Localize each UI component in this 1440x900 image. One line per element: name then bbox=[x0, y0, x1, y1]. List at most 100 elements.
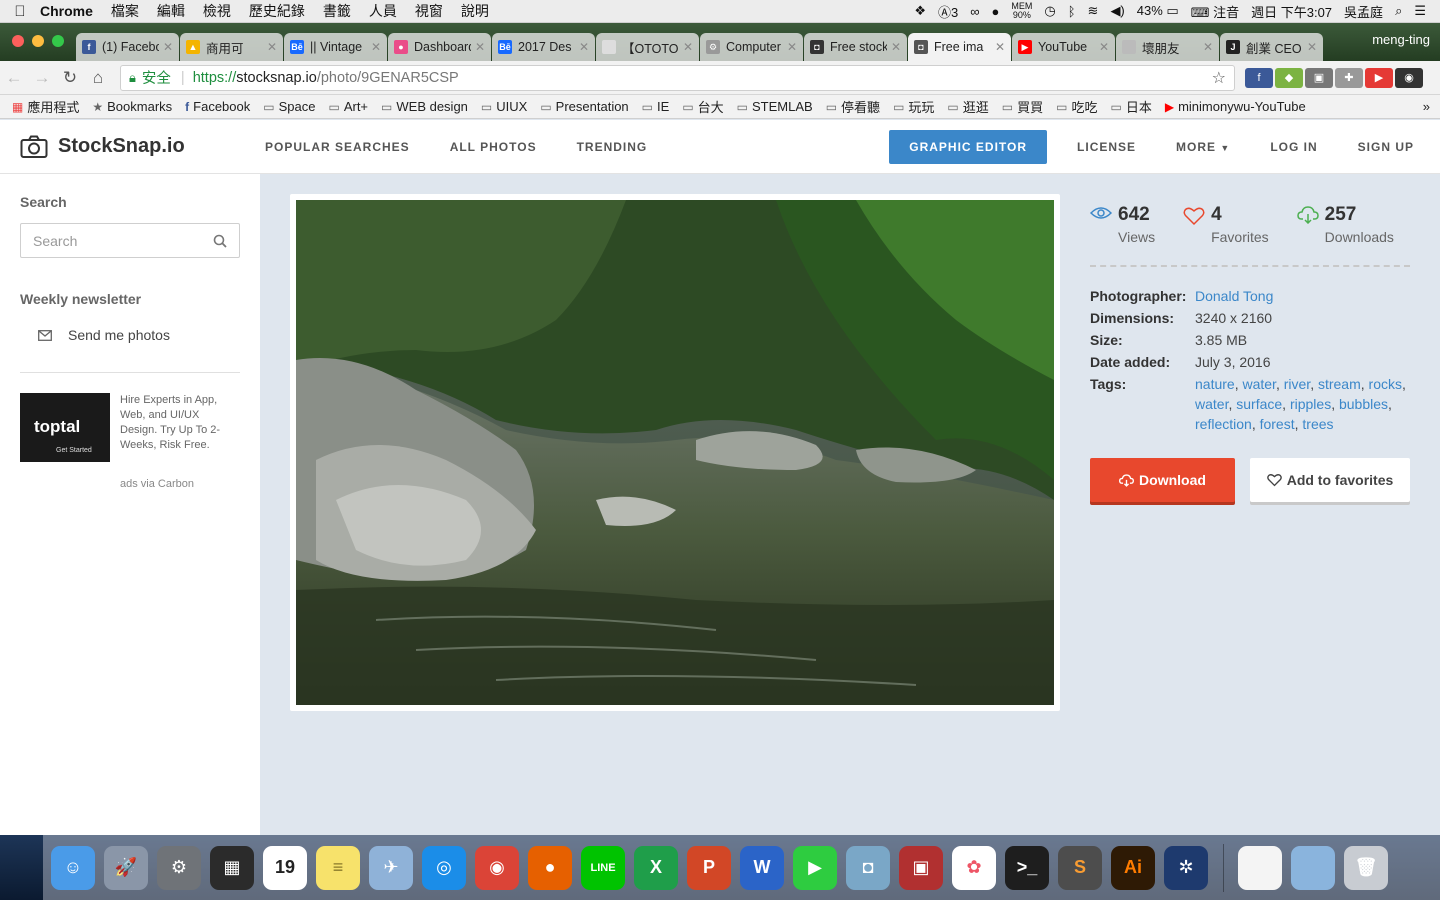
bookmark-item[interactable]: ▭ 玩玩 bbox=[893, 97, 934, 116]
bookmark-star-icon[interactable]: ☆ bbox=[1212, 68, 1226, 88]
safari-icon[interactable]: ◎ bbox=[422, 845, 466, 890]
tag-link[interactable]: trees bbox=[1302, 416, 1333, 432]
extension-icon[interactable]: ▣ bbox=[1305, 67, 1333, 88]
bookmark-apps[interactable]: ▦ 應用程式 bbox=[12, 97, 79, 116]
tag-link[interactable]: bubbles bbox=[1339, 396, 1388, 412]
input-method[interactable]: ⌨ 注音 bbox=[1191, 2, 1239, 21]
menu-app-name[interactable]: Chrome bbox=[40, 3, 93, 19]
browser-tab[interactable]: Bē || Vintage ✕ bbox=[284, 33, 387, 61]
photo-booth-icon[interactable]: ◘ bbox=[846, 845, 890, 890]
stock-photo[interactable] bbox=[296, 200, 1054, 705]
wifi-icon[interactable]: ≋ bbox=[1088, 3, 1099, 19]
excel-icon[interactable]: X bbox=[634, 845, 678, 890]
tag-link[interactable]: forest bbox=[1260, 416, 1295, 432]
adobe-status-icon[interactable]: Ⓐ3 bbox=[938, 2, 958, 21]
bookmark-item[interactable]: ★ Bookmarks bbox=[92, 97, 172, 116]
download-button[interactable]: Download bbox=[1090, 458, 1235, 502]
bookmark-item[interactable]: ▭ Space bbox=[263, 97, 315, 116]
powerpoint-icon[interactable]: P bbox=[687, 845, 731, 890]
video-extension-icon[interactable]: ▶ bbox=[1365, 67, 1393, 88]
close-window-button[interactable] bbox=[12, 35, 24, 47]
browser-tab[interactable]: J 創業 CEO ✕ bbox=[1220, 33, 1323, 61]
tag-link[interactable]: rocks bbox=[1369, 376, 1402, 392]
time-machine-icon[interactable]: ◷ bbox=[1044, 3, 1055, 19]
trash-icon[interactable]: 🗑 bbox=[1344, 845, 1388, 890]
bookmark-item[interactable]: ▭ Presentation bbox=[540, 97, 628, 116]
zoom-window-button[interactable] bbox=[52, 35, 64, 47]
menu-people[interactable]: 人員 bbox=[369, 1, 397, 21]
ad-image[interactable]: toptal Get Started bbox=[20, 393, 110, 462]
close-tab-icon[interactable]: ✕ bbox=[995, 40, 1005, 54]
tag-link[interactable]: water bbox=[1242, 376, 1275, 392]
close-tab-icon[interactable]: ✕ bbox=[1307, 40, 1317, 54]
word-icon[interactable]: W bbox=[740, 845, 784, 890]
creative-cloud-icon[interactable]: ∞ bbox=[970, 4, 979, 19]
volume-icon[interactable]: ◀) bbox=[1110, 3, 1124, 19]
illustrator-icon[interactable]: Ai bbox=[1111, 845, 1155, 890]
bookmark-item[interactable]: ▭ 台大 bbox=[682, 97, 723, 116]
user-name[interactable]: 吳孟庭 bbox=[1344, 2, 1383, 21]
menu-edit[interactable]: 編輯 bbox=[157, 1, 185, 21]
ad-via-link[interactable]: ads via Carbon bbox=[120, 478, 240, 490]
browser-tab[interactable]: 【OTOTO ✕ bbox=[596, 33, 699, 61]
search-icon[interactable] bbox=[213, 234, 227, 248]
browser-tab[interactable]: ◘ Free ima ✕ bbox=[908, 33, 1011, 61]
line-icon[interactable]: LINE bbox=[581, 845, 625, 890]
spotlight-icon[interactable]: ⌕ bbox=[1395, 3, 1402, 19]
bookmark-item[interactable]: ▭ UIUX bbox=[481, 97, 527, 116]
photographer-link[interactable]: Donald Tong bbox=[1195, 289, 1273, 303]
photos-icon[interactable]: ✿ bbox=[952, 845, 996, 890]
close-tab-icon[interactable]: ✕ bbox=[371, 40, 381, 54]
bookmark-item[interactable]: ▭ IE bbox=[642, 97, 670, 116]
apple-menu-icon[interactable]:  bbox=[0, 3, 40, 20]
menu-help[interactable]: 說明 bbox=[461, 1, 489, 21]
bookmarks-more-icon[interactable]: » bbox=[1423, 99, 1440, 114]
mission-control-icon[interactable]: ▦ bbox=[210, 845, 254, 890]
tag-link[interactable]: river bbox=[1284, 376, 1310, 392]
terminal-icon[interactable]: >_ bbox=[1005, 845, 1049, 890]
bookmark-item[interactable]: f Facebook bbox=[185, 97, 250, 116]
browser-tab[interactable]: ⚙ Computer ✕ bbox=[700, 33, 803, 61]
moon-icon[interactable]: ● bbox=[992, 4, 1000, 19]
nav-sign-up[interactable]: SIGN UP bbox=[1358, 140, 1414, 154]
dropbox-icon[interactable]: ❖ bbox=[914, 3, 926, 19]
nav-all-photos[interactable]: ALL PHOTOS bbox=[450, 140, 537, 154]
mem-monitor[interactable]: MEM 90% bbox=[1011, 2, 1032, 20]
notes-icon[interactable]: ≡ bbox=[316, 845, 360, 890]
photo-collage-icon[interactable]: ▣ bbox=[899, 845, 943, 890]
close-tab-icon[interactable]: ✕ bbox=[267, 40, 277, 54]
browser-tab[interactable]: ● Dashboard ✕ bbox=[388, 33, 491, 61]
close-tab-icon[interactable]: ✕ bbox=[579, 40, 589, 54]
nav-trending[interactable]: TRENDING bbox=[577, 140, 648, 154]
close-tab-icon[interactable]: ✕ bbox=[683, 40, 693, 54]
menu-view[interactable]: 檢視 bbox=[203, 1, 231, 21]
folder-icon[interactable] bbox=[1291, 845, 1335, 890]
reload-icon[interactable]: ↻ bbox=[56, 68, 84, 88]
carbon-ad[interactable]: toptal Get Started Hire Experts in App, … bbox=[20, 393, 240, 462]
menu-window[interactable]: 視窗 bbox=[415, 1, 443, 21]
bookmark-item[interactable]: ▭ Art+ bbox=[328, 97, 368, 116]
tag-link[interactable]: nature bbox=[1195, 376, 1235, 392]
bookmark-item[interactable]: ▭ WEB design bbox=[381, 97, 468, 116]
forward-icon[interactable]: → bbox=[28, 68, 56, 88]
system-preferences-icon[interactable]: ⚙ bbox=[157, 845, 201, 890]
browser-tab[interactable]: Bē 2017 Des ✕ bbox=[492, 33, 595, 61]
color-extension-icon[interactable]: ◆ bbox=[1275, 67, 1303, 88]
bookmark-item[interactable]: ▶ minimonywu-YouTube bbox=[1165, 97, 1306, 116]
firefox-icon[interactable]: ● bbox=[528, 845, 572, 890]
nav-popular-searches[interactable]: POPULAR SEARCHES bbox=[265, 140, 410, 154]
tag-link[interactable]: stream bbox=[1318, 376, 1361, 392]
preview-icon[interactable]: ✈ bbox=[369, 845, 413, 890]
ad-text[interactable]: Hire Experts in App, Web, and UI/UX Desi… bbox=[120, 393, 230, 462]
tag-link[interactable]: water bbox=[1195, 396, 1228, 412]
notification-center-icon[interactable]: ☰ bbox=[1414, 3, 1426, 19]
battery-status[interactable]: 43% ▭ bbox=[1137, 3, 1179, 19]
sourcetree-icon[interactable]: ✲ bbox=[1164, 845, 1208, 890]
bookmark-item[interactable]: ▭ STEMLAB bbox=[737, 97, 813, 116]
bookmark-item[interactable]: ▭ 吃吃 bbox=[1056, 97, 1097, 116]
close-tab-icon[interactable]: ✕ bbox=[1203, 40, 1213, 54]
bookmark-item[interactable]: ▭ 停看聽 bbox=[826, 97, 880, 116]
browser-tab[interactable]: ▲ 商用可 ✕ bbox=[180, 33, 283, 61]
browser-tab[interactable]: 壞朋友 ✕ bbox=[1116, 33, 1219, 61]
chrome-icon[interactable]: ◉ bbox=[475, 845, 519, 890]
